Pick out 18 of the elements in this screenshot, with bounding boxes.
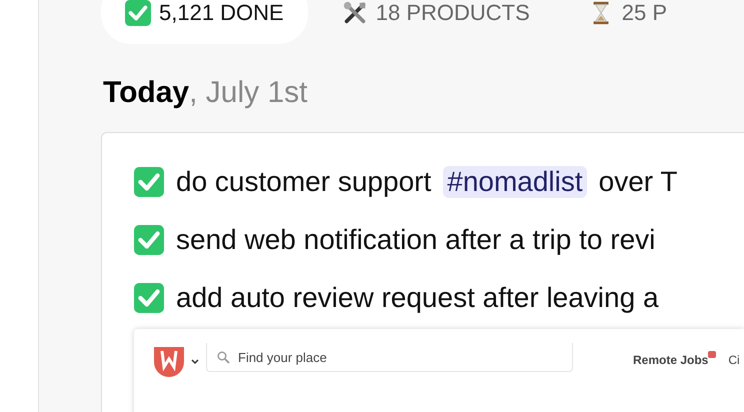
nav-link[interactable]: Ci xyxy=(728,353,740,367)
task-text: over T xyxy=(598,166,678,198)
day-heading: Today, July 1st xyxy=(103,76,308,110)
task-text: do customer support xyxy=(176,166,432,198)
search-placeholder: Find your place xyxy=(238,350,327,364)
tab[interactable]: 25 P xyxy=(564,0,692,44)
tab[interactable]: 5,121 DONE xyxy=(101,0,308,44)
search-icon xyxy=(217,350,230,364)
task-text: send web notification after a trip to revi xyxy=(176,224,656,256)
tab[interactable]: 18 PRODUCTS xyxy=(318,0,554,44)
tools-icon xyxy=(342,0,368,26)
search-field[interactable]: Find your place xyxy=(206,343,573,372)
hashtag-link[interactable]: #nomadlist xyxy=(443,166,587,198)
caret-icon[interactable] xyxy=(190,357,200,367)
nav-link[interactable]: Remote Jobs xyxy=(633,353,708,367)
logo-icon xyxy=(154,347,184,377)
checkbox-icon xyxy=(125,0,151,26)
task-text: add auto review request after leaving a xyxy=(176,282,659,314)
